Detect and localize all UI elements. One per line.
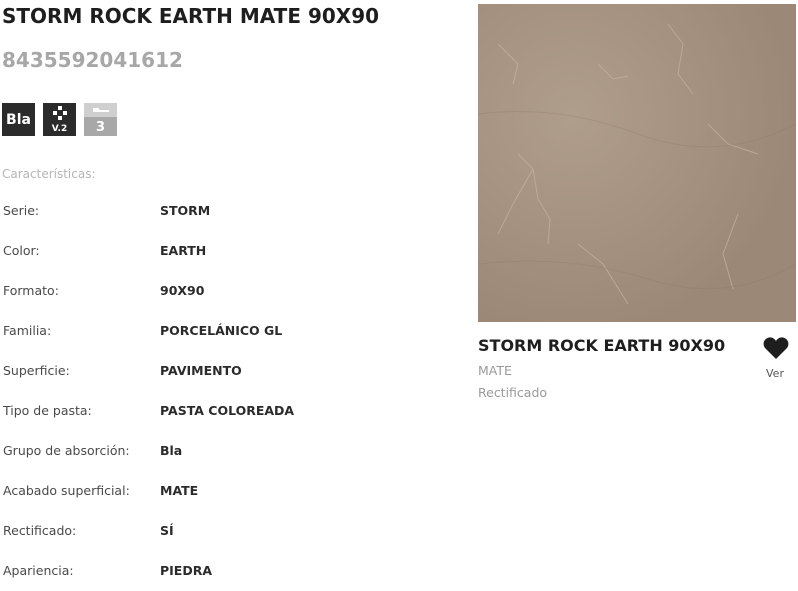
variation-grid-icon: [53, 106, 67, 120]
spec-value: Bla: [160, 443, 183, 458]
spec-value: STORM: [160, 203, 211, 218]
spec-row: Familia: PORCELÁNICO GL: [0, 311, 460, 351]
spec-value: 90X90: [160, 283, 205, 298]
spec-key: Rectificado:: [3, 523, 77, 538]
product-badges: Bla V.2 3: [2, 103, 117, 136]
shoe-icon: [93, 108, 109, 112]
absorption-group-badge: Bla: [2, 103, 35, 136]
stone-texture-image: [478, 4, 796, 322]
card-finish: MATE: [478, 363, 512, 378]
spec-key: Tipo de pasta:: [3, 403, 92, 418]
spec-key: Superficie:: [3, 363, 70, 378]
spec-key: Color:: [3, 243, 40, 258]
heart-icon[interactable]: [763, 336, 789, 360]
spec-key: Serie:: [3, 203, 40, 218]
variation-badge-label: V.2: [51, 124, 68, 134]
slip-resistance-badge: 3: [84, 103, 117, 136]
absorption-badge-label: Bla: [6, 111, 31, 128]
product-title: STORM ROCK EARTH MATE 90X90: [2, 4, 380, 28]
spec-row: Formato: 90X90: [0, 271, 460, 311]
spec-value: PORCELÁNICO GL: [160, 323, 283, 338]
favorite-label[interactable]: Ver: [766, 367, 784, 380]
spec-value: PASTA COLOREADA: [160, 403, 295, 418]
card-rectified: Rectificado: [478, 385, 548, 400]
product-image[interactable]: [478, 4, 796, 322]
spec-value: SÍ: [160, 523, 174, 538]
spec-value: PIEDRA: [160, 563, 213, 578]
product-ean: 8435592041612: [2, 48, 183, 72]
spec-row: Rectificado: SÍ: [0, 511, 460, 551]
spec-row: Superficie: PAVIMENTO: [0, 351, 460, 391]
card-title[interactable]: STORM ROCK EARTH 90X90: [478, 336, 725, 355]
spec-row: Grupo de absorción: Bla: [0, 431, 460, 471]
spec-row: Tipo de pasta: PASTA COLOREADA: [0, 391, 460, 431]
spec-key: Acabado superficial:: [3, 483, 130, 498]
slip-badge-label: 3: [95, 120, 106, 135]
spec-row: Acabado superficial: MATE: [0, 471, 460, 511]
spec-row: Color: EARTH: [0, 231, 460, 271]
spec-value: PAVIMENTO: [160, 363, 242, 378]
spec-key: Apariencia:: [3, 563, 74, 578]
spec-row: Apariencia: PIEDRA: [0, 551, 460, 591]
spec-row: Serie: STORM: [0, 191, 460, 231]
spec-key: Familia:: [3, 323, 52, 338]
features-heading: Características:: [2, 167, 96, 181]
spec-key: Formato:: [3, 283, 59, 298]
spec-value: MATE: [160, 483, 199, 498]
spec-value: EARTH: [160, 243, 207, 258]
shade-variation-badge: V.2: [43, 103, 76, 136]
spec-key: Grupo de absorción:: [3, 443, 130, 458]
